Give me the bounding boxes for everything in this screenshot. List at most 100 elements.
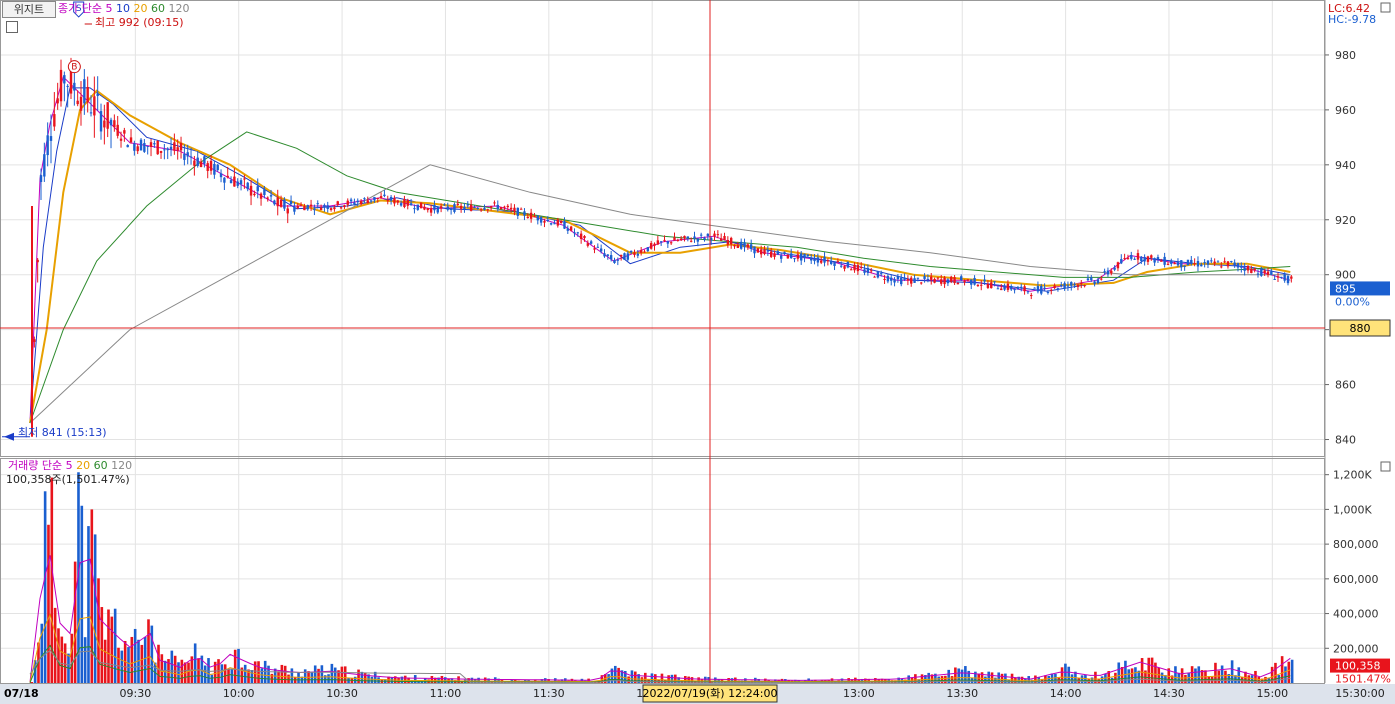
volume-bar [984, 676, 987, 683]
volume-bar [63, 643, 67, 683]
candle-body [1283, 274, 1286, 281]
candle-body [1013, 288, 1016, 291]
candle-body [33, 339, 36, 342]
candle-body [840, 265, 843, 267]
candle-body [619, 254, 623, 257]
volume-bar [627, 676, 630, 683]
candle-body [233, 176, 236, 187]
volume-bar [1217, 670, 1221, 683]
candle-body [459, 205, 463, 209]
candle-body [913, 278, 916, 283]
candle-body [456, 203, 459, 205]
candle-body [1166, 263, 1170, 265]
candle-body [203, 156, 206, 164]
candle-body [53, 114, 56, 127]
candle-body [216, 164, 219, 171]
candle-body [756, 248, 760, 253]
candle-body [1190, 259, 1193, 264]
candle-body [399, 203, 403, 206]
candle-body [373, 197, 376, 201]
candle-body [639, 250, 643, 253]
volume-bar [53, 607, 57, 683]
candle-body [173, 142, 176, 151]
candle-body [790, 253, 793, 259]
volume-bar [1184, 674, 1187, 683]
volume-bar [327, 674, 330, 683]
candle-body [993, 281, 996, 283]
candle-body [646, 247, 650, 252]
candle-body [483, 207, 486, 210]
candle-body [309, 204, 313, 207]
grid-toggle-icon[interactable] [6, 21, 18, 33]
volume-bar [1070, 674, 1074, 683]
candle-body [196, 157, 199, 166]
candle-body [1163, 256, 1166, 265]
volume-bar [93, 534, 97, 683]
candle-body [436, 206, 439, 213]
candle-body [143, 142, 146, 152]
candle-body [970, 279, 973, 285]
candle-body [153, 143, 156, 145]
volume-bar [57, 628, 60, 683]
volume-bar [1134, 667, 1137, 683]
stock-chart[interactable]: 09:3010:0010:3011:0011:3012:0013:0013:30… [0, 0, 1395, 704]
candle-body [96, 93, 99, 97]
time-tick-label: 15:30:00 [1335, 687, 1384, 700]
candle-body [669, 242, 673, 244]
candle-body [343, 205, 346, 208]
candle-body [523, 211, 526, 216]
candle-body [403, 198, 406, 208]
time-tick-label: 14:00 [1050, 687, 1082, 700]
candle-body [649, 243, 653, 249]
candle-body [1266, 271, 1270, 275]
volume-bar [133, 628, 137, 683]
candle-body [166, 148, 169, 151]
candle-body [73, 82, 76, 91]
candle-body [463, 206, 466, 210]
candle-body [183, 153, 186, 160]
volume-bar [237, 648, 240, 683]
candle-body [406, 199, 409, 206]
candle-body [43, 154, 46, 177]
candle-body [249, 185, 253, 196]
candle-body [1196, 260, 1200, 267]
candle-body [850, 269, 853, 271]
candle-body [663, 239, 666, 241]
price-legend-10: 10 [115, 2, 130, 15]
candle-body [283, 199, 286, 209]
low-marker: 최저 841 (15:13) [18, 426, 107, 439]
candle-body [236, 181, 239, 186]
candle-body [956, 282, 960, 285]
candle-body [609, 255, 613, 260]
candle-body [1100, 278, 1103, 280]
candle-body [1123, 258, 1126, 260]
candle-body [943, 277, 946, 285]
candle-body [1020, 286, 1023, 288]
candle-body [146, 145, 149, 147]
candle-body [1026, 291, 1030, 293]
volume-bar [230, 669, 234, 683]
candle-body [556, 219, 560, 226]
candle-body [299, 204, 303, 206]
candle-body [129, 137, 133, 143]
volume-pane-frame [0, 458, 1325, 684]
candle-body [1033, 287, 1036, 289]
volume-bar [333, 667, 337, 683]
widget-tab[interactable]: 위지트 [2, 1, 56, 18]
candle-body [603, 253, 606, 257]
volume-bar [1224, 670, 1227, 683]
price-legend-20: 20 [133, 2, 148, 15]
candle-body [1090, 277, 1093, 281]
candle-body [273, 200, 276, 205]
candle-body [1180, 260, 1183, 268]
candle-body [419, 202, 423, 209]
candle-body [946, 279, 950, 284]
volume-tick-label: 200,000 [1333, 642, 1379, 655]
price-legend: 종가 단순 5 10 20 60 120 [58, 2, 189, 16]
volume-tick-label: 1,200K [1333, 469, 1372, 482]
candle-body [976, 284, 980, 287]
candle-body [589, 241, 593, 244]
candle-body [923, 276, 926, 279]
candle-body [246, 182, 249, 190]
volume-legend-20: 20 [76, 459, 91, 472]
